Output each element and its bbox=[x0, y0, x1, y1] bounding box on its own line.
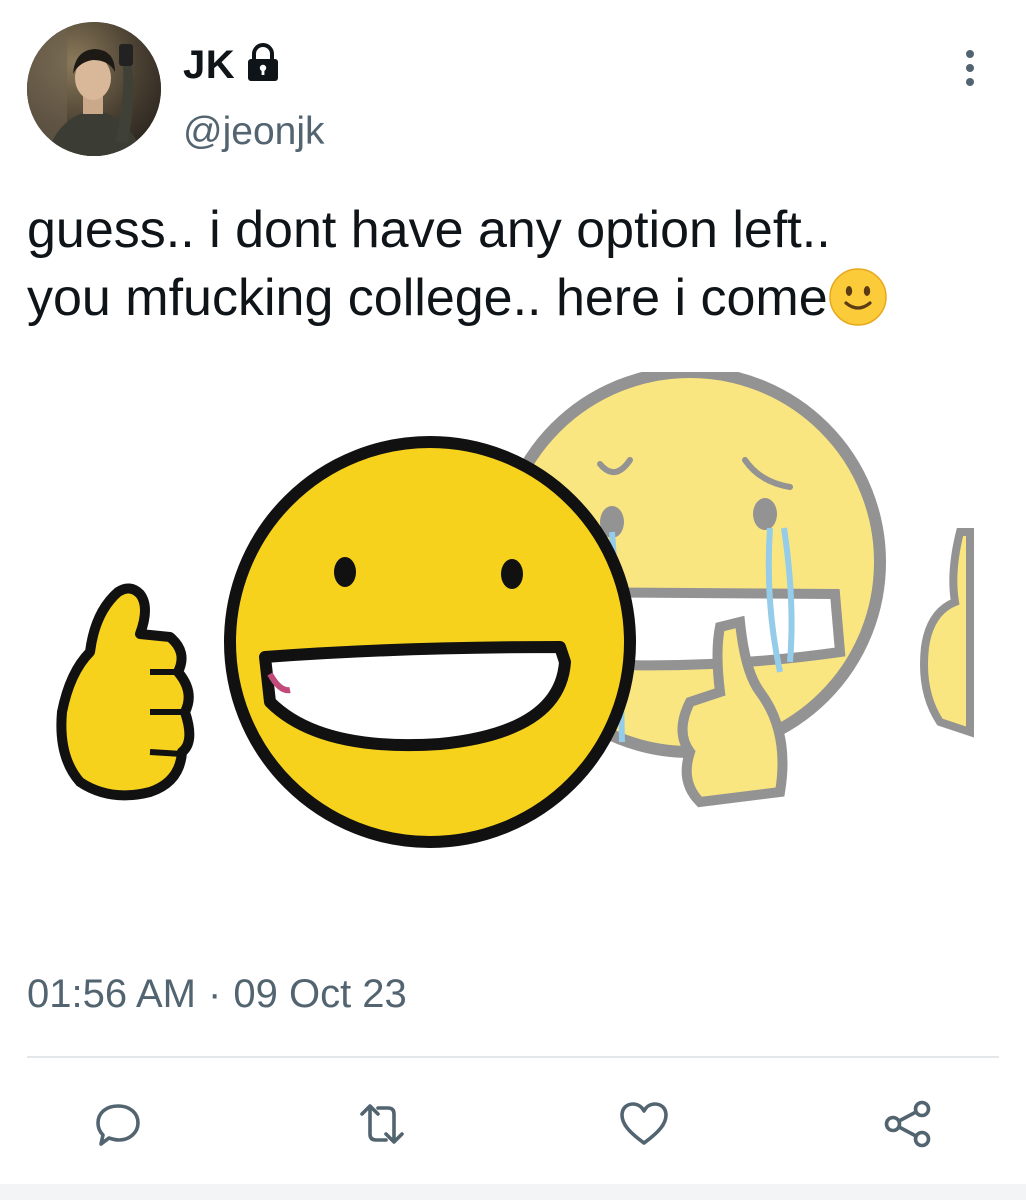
share-button[interactable] bbox=[878, 1094, 938, 1154]
retweet-icon bbox=[360, 1104, 404, 1144]
divider bbox=[27, 1056, 999, 1058]
more-vertical-icon bbox=[966, 50, 974, 86]
heart-icon bbox=[620, 1102, 668, 1145]
tweet-time: 01:56 AM bbox=[27, 972, 197, 1016]
slightly-smiling-face-icon bbox=[828, 267, 888, 327]
speech-bubble-icon bbox=[96, 1104, 140, 1146]
tweet-timestamp[interactable]: 01:56 AM · 09 Oct 23 bbox=[27, 972, 407, 1017]
tweet-text: guess.. i dont have any option left.. yo… bbox=[27, 196, 1007, 332]
lock-icon bbox=[241, 41, 285, 85]
timestamp-separator: · bbox=[208, 972, 222, 1016]
avatar[interactable] bbox=[27, 22, 161, 156]
bottom-border bbox=[0, 1184, 1026, 1200]
author-handle[interactable]: @jeonjk bbox=[183, 110, 325, 154]
like-button[interactable] bbox=[614, 1094, 674, 1154]
display-name[interactable]: JK bbox=[183, 43, 235, 88]
tweet-text-line-2: you mfucking college.. here i come bbox=[27, 264, 1007, 332]
tweet-media-image[interactable] bbox=[0, 366, 1026, 872]
profile-photo bbox=[27, 22, 161, 156]
author-name-row: JK bbox=[183, 40, 285, 90]
more-options-button[interactable] bbox=[950, 44, 990, 92]
tweet-date: 09 Oct 23 bbox=[233, 972, 407, 1016]
meme-illustration bbox=[56, 366, 974, 848]
retweet-button[interactable] bbox=[352, 1094, 412, 1154]
reply-button[interactable] bbox=[88, 1094, 148, 1154]
tweet-text-line-1: guess.. i dont have any option left.. bbox=[27, 201, 831, 259]
share-icon bbox=[884, 1100, 931, 1148]
happy-emoji-illustration bbox=[56, 436, 636, 848]
tweet-text-line-2-content: you mfucking college.. here i come bbox=[27, 269, 828, 327]
tweet-actions-bar bbox=[0, 1090, 1026, 1160]
